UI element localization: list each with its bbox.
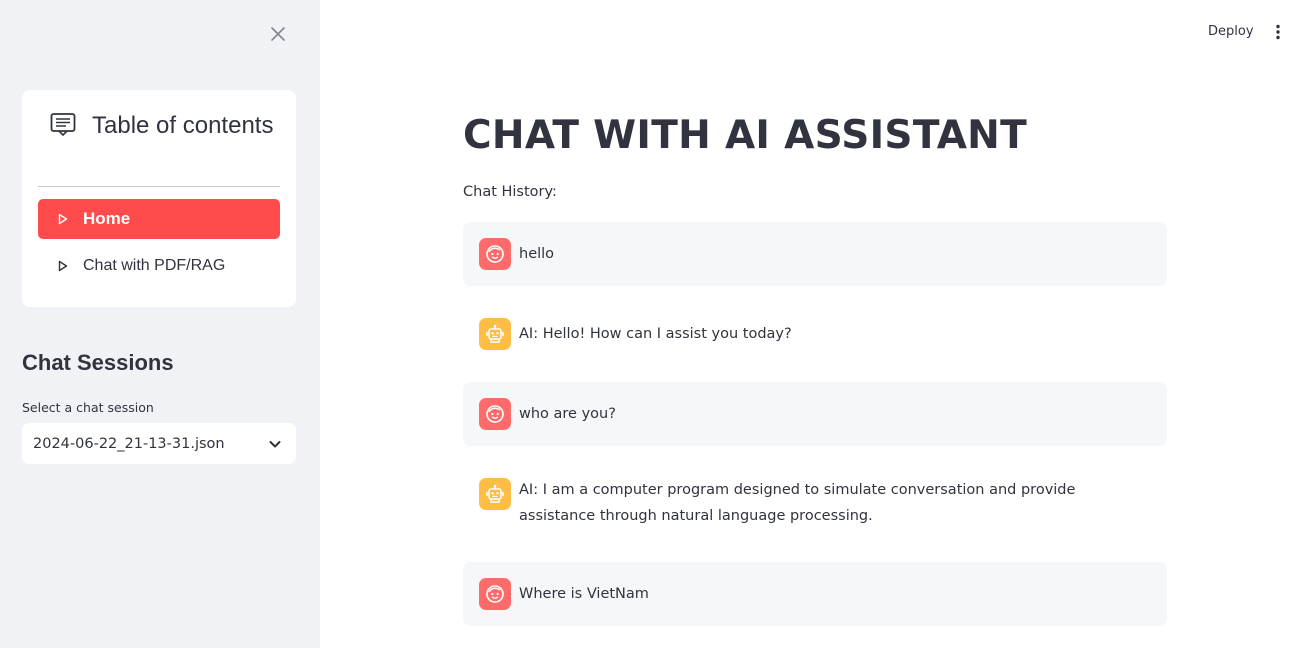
toc-divider	[38, 186, 280, 187]
chat-sessions-heading: Chat Sessions	[22, 350, 174, 375]
user-avatar	[479, 238, 511, 270]
message-text: hello	[519, 246, 555, 262]
chat-history-label: Chat History:	[463, 184, 557, 200]
close-icon	[271, 27, 285, 41]
select-session-label: Select a chat session	[22, 400, 154, 415]
user-avatar	[479, 398, 511, 430]
nav-item-chat-pdf-rag[interactable]: Chat with PDF/RAG	[38, 246, 280, 286]
ai-avatar	[479, 318, 511, 350]
user-face-icon	[486, 585, 504, 603]
user-face-icon	[486, 405, 504, 423]
toc-header: Table of contents	[50, 108, 280, 144]
message-text: AI: Hello! How can I assist you today?	[519, 326, 792, 342]
selected-session-value: 2024-06-22_21-13-31.json	[33, 435, 225, 452]
chat-message-ai: AI: I am a computer program designed to …	[463, 462, 1167, 546]
chat-message-user: Where is VietNam	[463, 562, 1167, 626]
list-icon	[50, 113, 76, 136]
close-sidebar-button[interactable]	[266, 22, 290, 46]
chevron-down-icon	[269, 441, 281, 448]
user-avatar	[479, 578, 511, 610]
nav-item-label: Chat with PDF/RAG	[83, 257, 226, 274]
message-text: who are you?	[519, 406, 616, 422]
chat-message-user: who are you?	[463, 382, 1167, 446]
nav-item-home[interactable]: Home	[38, 199, 280, 239]
user-face-icon	[486, 245, 504, 263]
page-title: CHAT WITH AI ASSISTANT	[463, 113, 1028, 158]
message-text: Where is VietNam	[519, 586, 649, 602]
deploy-button[interactable]: Deploy	[1200, 22, 1262, 44]
triangle-right-icon	[58, 213, 68, 225]
chat-message-user: hello	[463, 222, 1167, 286]
chat-session-select[interactable]: 2024-06-22_21-13-31.json	[22, 423, 296, 464]
nav-item-label: Home	[83, 209, 131, 228]
robot-icon	[486, 324, 504, 343]
robot-icon	[486, 484, 504, 503]
triangle-right-icon	[58, 260, 68, 272]
toc-title: Table of contents	[92, 112, 274, 139]
chat-message-ai: AI: Hello! How can I assist you today?	[463, 302, 1167, 366]
ai-avatar	[479, 478, 511, 510]
sidebar: Table of contents Home Chat with PDF/RAG…	[0, 0, 320, 648]
kebab-menu-icon	[1276, 24, 1280, 40]
main-menu-button[interactable]	[1268, 22, 1288, 42]
table-of-contents-card: Table of contents Home Chat with PDF/RAG	[22, 90, 296, 307]
message-text: AI: I am a computer program designed to …	[519, 482, 1076, 524]
